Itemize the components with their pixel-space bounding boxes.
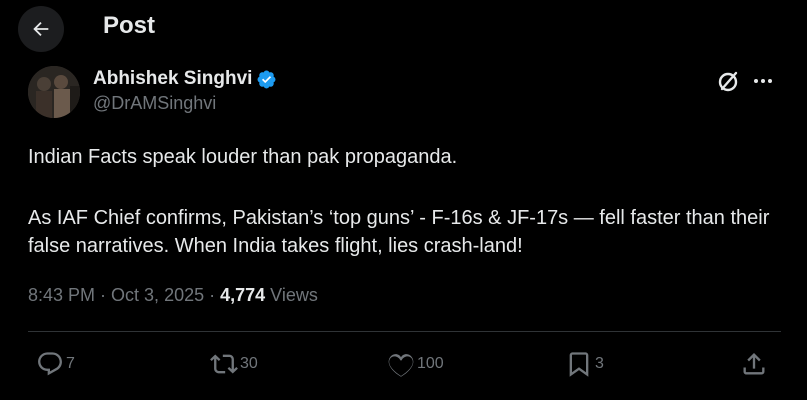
repost-icon (210, 354, 238, 374)
verified-badge-icon (257, 70, 276, 88)
tweet-paragraph-1: Indian Facts speak louder than pak propa… (28, 146, 458, 168)
views-label: Views (265, 285, 318, 305)
share-button[interactable] (740, 344, 768, 384)
avatar[interactable] (28, 66, 80, 118)
meta-separator: · (204, 285, 221, 305)
reply-count: 7 (66, 355, 75, 372)
arrow-left-icon (33, 21, 49, 37)
page-title: Post (103, 12, 156, 39)
views-count: 4,774 (220, 285, 266, 305)
like-count: 100 (417, 355, 444, 372)
avatar-image (28, 66, 80, 118)
bookmark-count: 3 (595, 355, 604, 372)
author-display-name[interactable]: Abhishek Singhvi (93, 68, 252, 90)
divider (28, 331, 781, 332)
post-header: Post (0, 0, 807, 56)
bookmark-icon (569, 352, 589, 377)
heart-icon (388, 354, 414, 377)
like-button[interactable]: 100 (387, 344, 444, 384)
tweet-time[interactable]: 8:43 PM (28, 285, 95, 305)
tweet-date[interactable]: Oct 3, 2025 (111, 285, 204, 305)
share-icon (743, 353, 765, 375)
author-name-row: Abhishek Singhvi (93, 68, 277, 90)
tweet-paragraph-2: As IAF Chief confirms, Pakistan’s ‘top g… (28, 207, 770, 257)
meta-separator: · (95, 285, 112, 305)
tweet-text: Indian Facts speak louder than pak propa… (28, 143, 788, 260)
bookmark-button[interactable]: 3 (565, 344, 604, 384)
back-button[interactable] (18, 6, 64, 52)
action-bar: 7 30 100 3 (0, 344, 807, 384)
more-icon[interactable] (752, 68, 774, 94)
tweet-meta: 8:43 PM · Oct 3, 2025 · 4,774 Views (28, 285, 318, 306)
repost-button[interactable]: 30 (210, 344, 258, 384)
reply-button[interactable]: 7 (36, 344, 75, 384)
reply-icon (38, 352, 62, 376)
grok-icon[interactable] (716, 68, 742, 94)
author-handle[interactable]: @DrAMSinghvi (93, 93, 216, 114)
repost-count: 30 (240, 355, 258, 372)
